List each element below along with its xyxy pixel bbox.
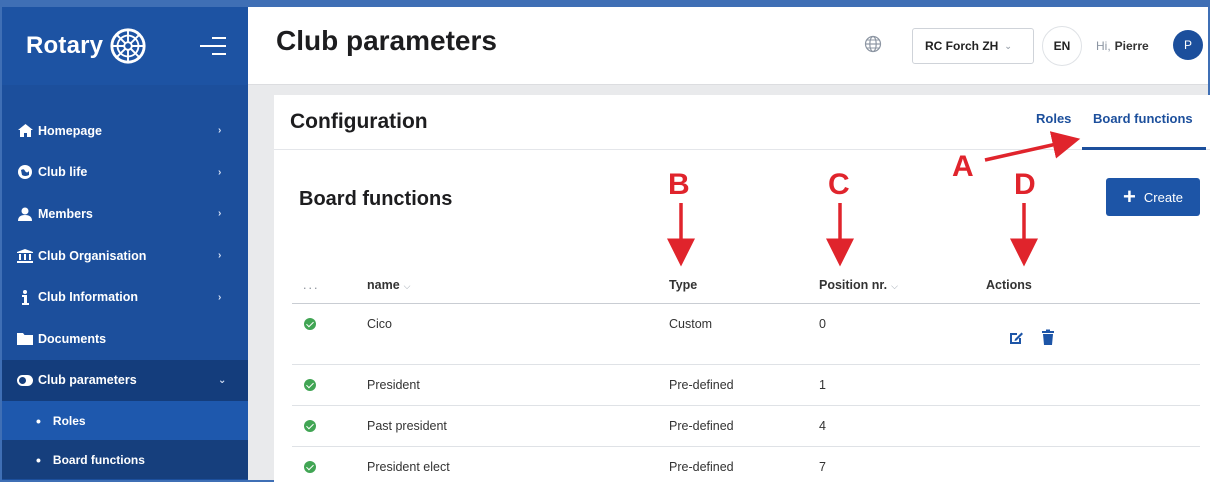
check-circle-icon xyxy=(304,461,316,473)
top-bar: Club parameters RC Forch ZH ⌄ EN Hi, Pier… xyxy=(248,7,1208,85)
cell-type: Pre-defined xyxy=(669,460,734,474)
language-globe-icon[interactable] xyxy=(864,35,882,53)
avatar[interactable]: P xyxy=(1173,30,1203,60)
column-header-position[interactable]: Position nr. ⌵ xyxy=(819,278,898,292)
sidebar: Rotary Homepage › Club life › Members › … xyxy=(2,7,248,480)
sidebar-subitem-roles[interactable]: • Roles xyxy=(2,401,248,441)
sidebar-item-members[interactable]: Members › xyxy=(2,193,248,235)
institution-icon xyxy=(16,248,34,264)
table-row[interactable]: President elect Pre-defined 7 xyxy=(292,447,1200,482)
sidebar-item-label: Club Organisation xyxy=(38,248,147,263)
cell-type: Custom xyxy=(669,317,713,331)
create-button[interactable]: + Create xyxy=(1106,178,1200,216)
toggle-icon xyxy=(16,372,34,388)
chevron-right-icon: › xyxy=(218,291,222,303)
plus-icon: + xyxy=(1123,184,1136,209)
sort-chevron-icon: ⌵ xyxy=(403,281,411,291)
sidebar-item-label: Club life xyxy=(38,165,88,180)
card-header: Configuration Roles Board functions xyxy=(274,95,1210,150)
club-select[interactable]: RC Forch ZH ⌄ xyxy=(912,28,1034,64)
column-header-name[interactable]: name ⌵ xyxy=(367,278,410,292)
chevron-down-icon: ⌄ xyxy=(218,374,227,386)
cell-type: Pre-defined xyxy=(669,419,734,433)
column-header-label: Position nr. xyxy=(819,278,888,292)
cell-name: Cico xyxy=(367,317,393,331)
folder-icon xyxy=(16,331,34,347)
cell-name: President xyxy=(367,378,420,392)
language-button[interactable]: EN xyxy=(1042,26,1082,66)
bullet-icon: • xyxy=(36,451,41,468)
cell-position: 0 xyxy=(819,317,826,331)
sidebar-item-homepage[interactable]: Homepage › xyxy=(2,110,248,152)
sidebar-subitem-label: Board functions xyxy=(52,452,145,467)
sidebar-subitem-board-functions[interactable]: • Board functions xyxy=(2,440,248,480)
bullet-icon: • xyxy=(36,412,41,429)
edit-icon[interactable] xyxy=(1008,330,1024,346)
cell-type: Pre-defined xyxy=(669,378,734,392)
cell-name: President elect xyxy=(367,460,450,474)
sidebar-item-documents[interactable]: Documents xyxy=(2,318,248,360)
cell-position: 7 xyxy=(819,460,826,474)
check-circle-icon xyxy=(304,379,316,391)
check-circle-icon xyxy=(304,420,316,432)
column-header-type: Type xyxy=(669,278,698,292)
cell-name: Past president xyxy=(367,419,447,433)
card-title: Configuration xyxy=(290,110,428,133)
sidebar-item-label: Homepage xyxy=(38,123,102,138)
sidebar-item-club-organisation[interactable]: Club Organisation › xyxy=(2,235,248,277)
delete-icon[interactable] xyxy=(1040,329,1056,345)
sort-chevron-icon: ⌵ xyxy=(891,281,898,291)
chevron-right-icon: › xyxy=(218,208,222,220)
check-circle-icon xyxy=(304,318,316,330)
column-header-label: name xyxy=(367,278,400,292)
tab-roles[interactable]: Roles xyxy=(1036,111,1071,126)
section-title: Board functions xyxy=(299,188,453,210)
sidebar-header: Rotary xyxy=(2,7,248,85)
page-title: Club parameters xyxy=(276,25,497,56)
active-tab-indicator xyxy=(1082,147,1206,150)
table-row[interactable]: Cico Custom 0 xyxy=(292,304,1200,365)
sidebar-item-label: Club Information xyxy=(38,290,138,305)
rotary-wheel-icon xyxy=(110,28,146,64)
club-select-value: RC Forch ZH xyxy=(925,39,999,53)
create-button-label: Create xyxy=(1143,189,1183,205)
column-header-actions: Actions xyxy=(986,278,1032,292)
table-row[interactable]: President Pre-defined 1 xyxy=(292,365,1200,406)
home-icon xyxy=(16,123,34,139)
info-icon xyxy=(16,289,34,305)
tab-board-functions[interactable]: Board functions xyxy=(1093,111,1193,126)
sidebar-item-label: Members xyxy=(38,206,93,221)
table-row[interactable]: Past president Pre-defined 4 xyxy=(292,406,1200,447)
menu-toggle-icon[interactable] xyxy=(200,31,226,61)
chevron-right-icon: › xyxy=(218,125,222,137)
user-name: Pierre xyxy=(1114,39,1149,53)
chevron-right-icon: › xyxy=(218,250,222,262)
user-icon xyxy=(16,206,34,222)
globe-icon xyxy=(16,164,34,180)
column-menu[interactable]: ... xyxy=(303,278,319,292)
configuration-card: Configuration Roles Board functions Boar… xyxy=(274,95,1210,482)
chevron-right-icon: › xyxy=(218,166,222,178)
sidebar-subitem-label: Roles xyxy=(52,413,86,428)
rotary-logo-text: Rotary xyxy=(26,32,104,59)
cell-position: 4 xyxy=(819,419,826,433)
sidebar-item-club-parameters[interactable]: Club parameters ⌄ xyxy=(2,359,248,402)
chevron-down-icon: ⌄ xyxy=(1004,40,1012,51)
cell-position: 1 xyxy=(819,378,826,392)
greeting-prefix: Hi, xyxy=(1096,39,1111,53)
sidebar-nav: Homepage › Club life › Members › Club Or… xyxy=(2,110,248,480)
sidebar-item-club-life[interactable]: Club life › xyxy=(2,152,248,194)
sidebar-item-label: Club parameters xyxy=(38,373,137,388)
user-greeting: Hi, Pierre xyxy=(1096,39,1149,53)
sidebar-item-label: Documents xyxy=(38,331,107,346)
sidebar-item-club-information[interactable]: Club Information › xyxy=(2,276,248,318)
